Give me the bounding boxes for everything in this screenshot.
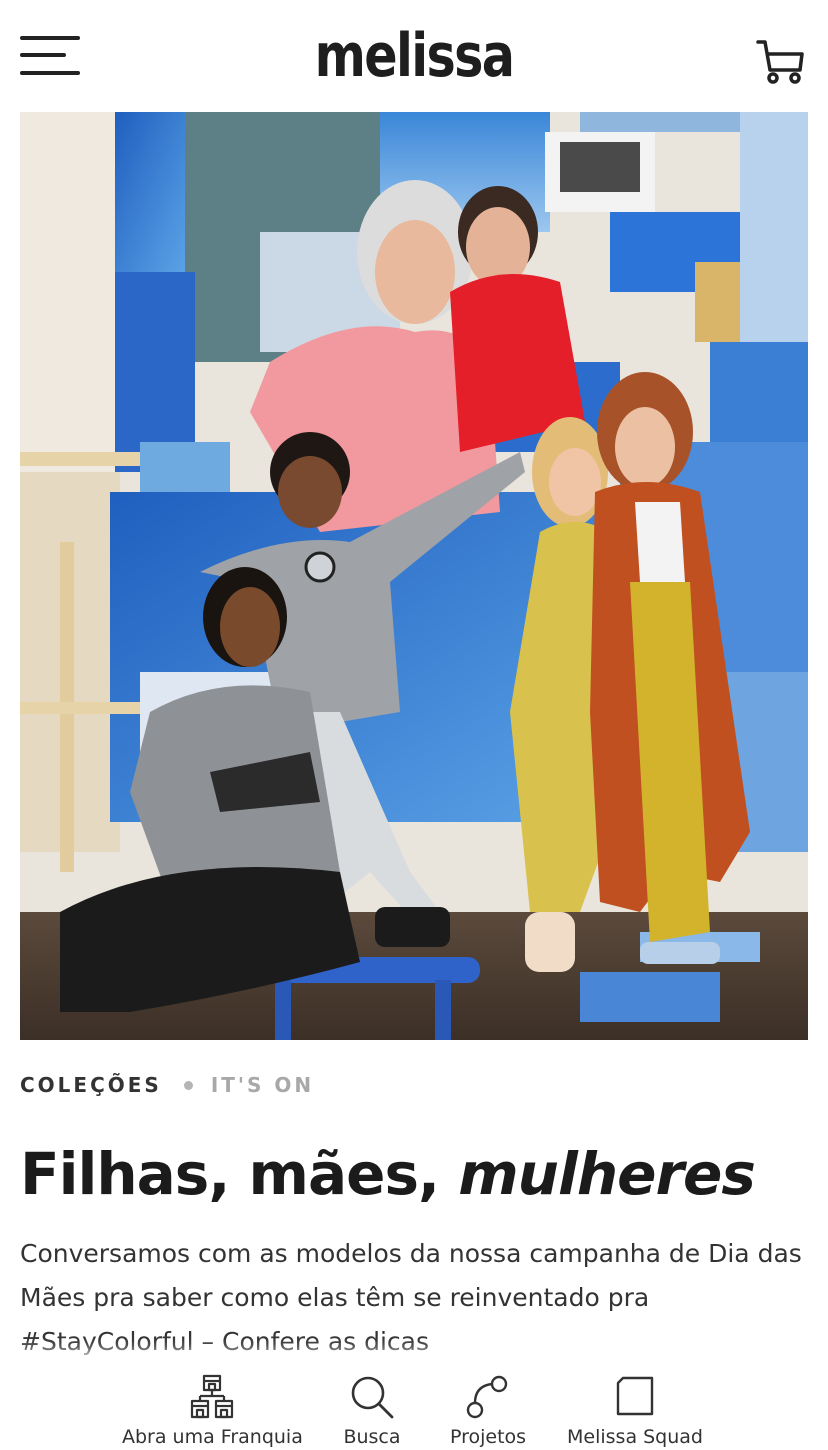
top-header: melissa bbox=[0, 0, 828, 112]
tag-link[interactable]: IT'S ON bbox=[211, 1073, 314, 1097]
nav-item-projetos[interactable]: Projetos bbox=[438, 1360, 538, 1450]
projects-icon bbox=[465, 1374, 511, 1420]
article-description: Conversamos com as modelos da nossa camp… bbox=[20, 1239, 802, 1356]
nav-label-projetos: Projetos bbox=[449, 1426, 527, 1448]
shopping-cart-icon[interactable] bbox=[756, 36, 806, 86]
nav-label-busca: Busca bbox=[343, 1426, 401, 1448]
hamburger-menu-icon[interactable] bbox=[20, 34, 80, 78]
nav-item-squad[interactable]: Melissa Squad bbox=[560, 1360, 710, 1450]
title-regular: Filhas, mães, bbox=[20, 1140, 459, 1208]
article-title[interactable]: Filhas, mães, mulheres bbox=[20, 1140, 756, 1208]
nav-label-franquia: Abra uma Franquia bbox=[122, 1426, 303, 1448]
title-italic: mulheres bbox=[458, 1140, 756, 1208]
nav-item-busca[interactable]: Busca bbox=[322, 1360, 422, 1450]
melissa-logo[interactable]: melissa bbox=[75, 18, 754, 94]
franchise-stores-icon bbox=[189, 1374, 235, 1420]
nav-item-franquia[interactable]: Abra uma Franquia bbox=[122, 1360, 303, 1450]
separator-dot bbox=[183, 1080, 193, 1090]
bottom-navigation: Abra uma Franquia Busca Projetos Melissa… bbox=[0, 1360, 828, 1450]
category-link[interactable]: COLEÇÕES bbox=[20, 1073, 162, 1097]
search-icon bbox=[349, 1374, 395, 1420]
nav-label-squad: Melissa Squad bbox=[567, 1426, 703, 1448]
squad-icon bbox=[612, 1374, 658, 1420]
article-meta: COLEÇÕES IT'S ON bbox=[20, 1070, 314, 1100]
hero-campaign-image[interactable] bbox=[20, 112, 808, 1040]
